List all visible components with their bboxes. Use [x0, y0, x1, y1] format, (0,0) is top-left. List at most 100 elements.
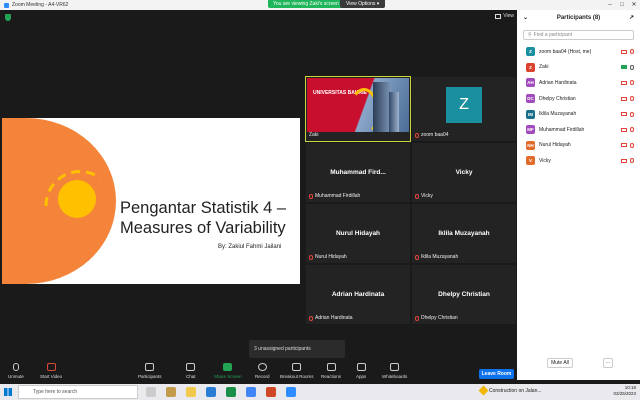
tile-label: Nurul Hidayah	[309, 254, 347, 260]
apps-icon	[356, 363, 366, 371]
chat-label: Chat	[186, 374, 196, 379]
video-camera-icon	[621, 158, 627, 163]
breakout-rooms-label: Breakout Rooms	[280, 374, 314, 379]
tile-name: Iklila Muzayanah	[438, 229, 490, 237]
powerpoint-icon[interactable]	[266, 387, 276, 397]
participant-row[interactable]: DC Dhelpy Christian	[517, 91, 640, 107]
whiteboard-icon	[390, 363, 400, 371]
participant-search-input[interactable]: ⚲ Find a participant	[523, 30, 634, 40]
tile-label-text: Muhammad Firdillah	[315, 193, 361, 199]
popout-icon[interactable]: ↗	[629, 10, 634, 26]
video-tile[interactable]: Vicky Vicky	[411, 142, 517, 203]
start-video-label: Start Video	[40, 374, 63, 379]
breakout-rooms-button[interactable]: Breakout Rooms	[280, 363, 314, 379]
start-video-button[interactable]: Start Video	[40, 363, 62, 379]
tile-name: Adrian Hardinata	[331, 290, 385, 298]
tile-name: Vicky	[455, 168, 473, 176]
excel-icon[interactable]	[226, 387, 236, 397]
apps-button[interactable]: Apps	[356, 363, 366, 379]
participant-name: Iklila Muzayanah	[539, 111, 577, 118]
banner-tower-shape	[389, 92, 399, 132]
avatar: NH	[526, 140, 535, 150]
record-icon	[257, 363, 267, 371]
participant-status-icons	[621, 96, 634, 102]
tile-label: zoom baa04	[415, 132, 449, 138]
participant-row[interactable]: Z Zaki	[517, 60, 640, 76]
reactions-button[interactable]: Reactions	[321, 363, 341, 379]
participants-panel: ⌄ Participants (8) ↗ ⚲ Find a participan…	[517, 10, 640, 380]
chat-icon	[186, 363, 196, 371]
word-icon[interactable]	[206, 387, 216, 397]
video-tile[interactable]: Nurul Hidayah Nurul Hidayah	[305, 203, 411, 264]
unassigned-participants-notice[interactable]: 3 unassigned participants	[249, 340, 345, 358]
close-icon[interactable]: ✕	[628, 0, 640, 10]
whiteboards-button[interactable]: Whiteboards	[382, 363, 407, 379]
mic-muted-icon	[415, 193, 419, 199]
chat-button[interactable]: Chat	[186, 363, 196, 379]
maximize-icon[interactable]: □	[616, 0, 628, 10]
video-tile[interactable]: Dhelpy Christian Dhelpy Christian	[411, 264, 517, 325]
record-button[interactable]: Record	[255, 363, 270, 379]
video-tile[interactable]: UNIVERSITAS BAKRIE Zaki	[305, 76, 411, 142]
avatar: Z	[526, 62, 535, 72]
microphone-icon	[630, 80, 634, 86]
participant-status-icons	[621, 142, 634, 148]
chrome-icon[interactable]	[246, 387, 256, 397]
video-camera-icon	[621, 96, 627, 101]
share-screen-icon	[223, 363, 233, 371]
participants-label: Participants	[138, 374, 162, 379]
participant-status-icons	[621, 49, 634, 55]
participant-row[interactable]: AH Adrian Hardinata	[517, 75, 640, 91]
taskbar-apps	[146, 387, 296, 397]
apps-label: Apps	[356, 374, 367, 379]
system-tray-clock[interactable]: 10:18 03/25/2023	[613, 385, 636, 397]
microphone-icon	[630, 96, 634, 102]
task-view-icon[interactable]	[146, 387, 156, 397]
taskbar-search-input[interactable]: Type here to search	[18, 385, 138, 399]
avatar: Z	[446, 87, 482, 123]
view-button[interactable]: View	[495, 13, 514, 19]
zoom-taskbar-icon[interactable]	[286, 387, 296, 397]
warning-icon	[478, 385, 489, 396]
more-options-button[interactable]: ...	[603, 358, 613, 368]
tile-label-text: Iklila Muzayanah	[421, 254, 459, 260]
avatar: V	[526, 156, 535, 166]
avatar: IM	[526, 109, 535, 119]
participant-name: Adrian Hardinata	[539, 79, 577, 86]
mic-muted-icon	[309, 254, 313, 260]
leave-room-button[interactable]: Leave Room	[479, 369, 514, 379]
video-camera-icon	[621, 65, 627, 70]
unmute-button[interactable]: Unmute	[8, 363, 24, 379]
participants-panel-footer: Mute All ...	[517, 358, 640, 372]
participant-name: zoom baa04 (Host, me)	[539, 48, 592, 55]
video-tile[interactable]: Iklila Muzayanah Iklila Muzayanah	[411, 203, 517, 264]
file-explorer-icon[interactable]	[186, 387, 196, 397]
tile-label: Dhelpy Christian	[415, 315, 458, 321]
windows-start-icon[interactable]	[4, 388, 12, 396]
participant-list: Zzoom baa04 (Host, me) Z Zaki AH Adrian Hard…	[517, 44, 640, 169]
weather-widget[interactable]: Construction on Jalan...	[478, 385, 542, 396]
participant-row[interactable]: Zzoom baa04 (Host, me)	[517, 44, 640, 60]
university-banner-image: UNIVERSITAS BAKRIE	[307, 78, 409, 132]
mute-all-button[interactable]: Mute All	[547, 358, 573, 368]
participant-row[interactable]: IM Iklila Muzayanah	[517, 106, 640, 122]
participant-row[interactable]: NH Nurul Hidayah	[517, 138, 640, 154]
video-tile[interactable]: Z zoom baa04	[411, 76, 517, 142]
participant-name: Vicky	[539, 157, 551, 164]
search-placeholder: Find a participant	[533, 32, 573, 38]
avatar: DC	[526, 94, 535, 104]
view-options-button[interactable]: View Options ▾	[340, 0, 386, 8]
tile-label-text: Zaki	[309, 132, 319, 138]
participant-row[interactable]: V Vicky	[517, 153, 640, 169]
taskbar-app-icon[interactable]	[166, 387, 176, 397]
video-tile[interactable]: Adrian Hardinata Adrian Hardinata	[305, 264, 411, 325]
minimize-icon[interactable]: –	[604, 0, 616, 10]
shared-screen-slide: Pengantar Statistik 4 – Measures of Vari…	[2, 118, 300, 284]
meeting-area: View Pengantar Statistik 4 – Measures of…	[0, 10, 517, 360]
security-shield-icon[interactable]	[5, 14, 11, 21]
video-tile[interactable]: Muhammad Fird... Muhammad Firdillah	[305, 142, 411, 203]
participant-row[interactable]: MF Muhammad Firdillah	[517, 122, 640, 138]
share-screen-button[interactable]: Share Screen	[214, 363, 242, 379]
chevron-down-icon[interactable]: ⌄	[523, 10, 528, 26]
participants-button[interactable]: Participants	[138, 363, 162, 379]
